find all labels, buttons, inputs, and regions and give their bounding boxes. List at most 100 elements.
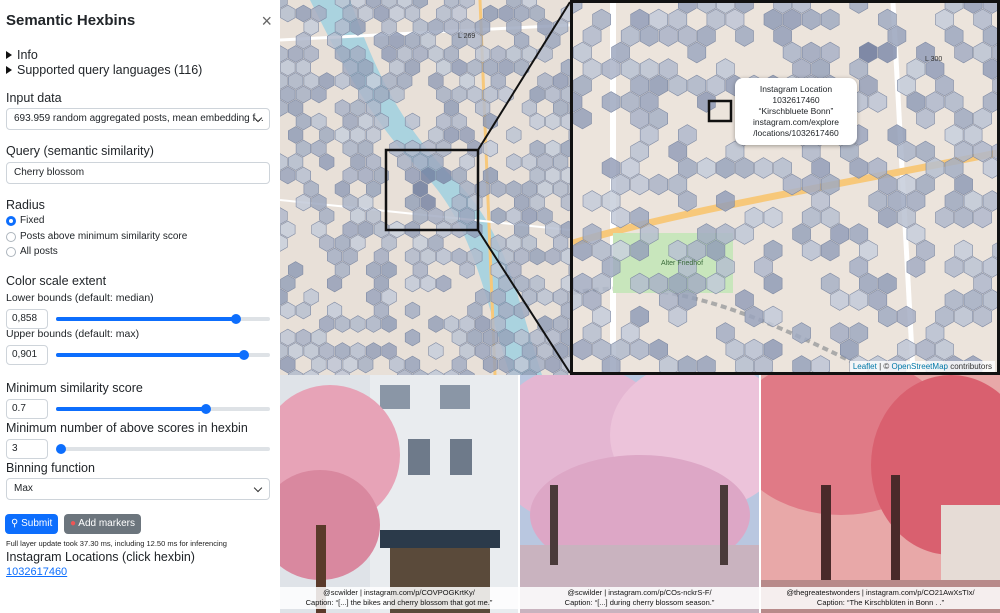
hexbin-cell[interactable] xyxy=(428,126,444,144)
hexbin-cell[interactable] xyxy=(906,223,926,245)
hexbin-cell[interactable] xyxy=(373,247,389,266)
hexbin-cell[interactable] xyxy=(916,140,935,163)
hexbin-cell[interactable] xyxy=(529,4,545,23)
hexbin-cell[interactable] xyxy=(295,85,311,104)
hexbin-cell[interactable] xyxy=(412,180,428,198)
hexbin-cell[interactable] xyxy=(420,31,436,50)
hexbin-cell[interactable] xyxy=(782,8,802,31)
hexbin-cell[interactable] xyxy=(973,8,992,31)
hexbin-cell[interactable] xyxy=(475,18,491,36)
hexbin-cell[interactable] xyxy=(334,234,350,252)
hexbin-cell[interactable] xyxy=(801,8,821,31)
hexbin-cell[interactable] xyxy=(553,288,569,306)
hexbin-cell[interactable] xyxy=(529,166,545,185)
hexbin-cell[interactable] xyxy=(412,261,428,279)
hexbin-cell[interactable] xyxy=(620,322,640,344)
hexbin-cell[interactable] xyxy=(280,4,296,23)
hexbin-cell[interactable] xyxy=(529,85,545,104)
hexbin-cell[interactable] xyxy=(451,247,467,266)
hexbin-cell[interactable] xyxy=(428,234,444,252)
hexbin-cell[interactable] xyxy=(295,31,311,50)
hexbin-cell[interactable] xyxy=(697,157,716,179)
hexbin-cell[interactable] xyxy=(490,180,506,198)
hexbin-cell[interactable] xyxy=(763,8,783,31)
hexbin-cell[interactable] xyxy=(319,342,335,360)
hexbin-cell[interactable] xyxy=(327,355,343,374)
hexbin-cell[interactable] xyxy=(963,256,983,278)
hexbin-cell[interactable] xyxy=(389,4,405,23)
hexbin-cell[interactable] xyxy=(358,355,374,374)
hexbin-cell[interactable] xyxy=(820,173,840,196)
hexbin-cell[interactable] xyxy=(820,239,840,262)
slider-thumb[interactable] xyxy=(200,404,211,414)
hexbin-cell[interactable] xyxy=(311,328,327,347)
hexbin-cell[interactable] xyxy=(944,91,964,113)
hexbin-cell[interactable] xyxy=(506,18,522,36)
hexbin-cell[interactable] xyxy=(954,41,973,64)
hexbin-cell[interactable] xyxy=(358,220,374,239)
hexbin-cell[interactable] xyxy=(404,328,421,347)
hexbin-cell[interactable] xyxy=(373,4,389,23)
hexbin-cell[interactable] xyxy=(859,239,878,262)
hexbin-cell[interactable] xyxy=(521,153,537,171)
hexbin-cell[interactable] xyxy=(859,41,878,64)
submit-button[interactable]: ⚲ Submit xyxy=(5,514,59,534)
hexbin-cell[interactable] xyxy=(482,58,498,77)
hexbin-cell[interactable] xyxy=(954,239,973,262)
hexbin-cell[interactable] xyxy=(404,247,421,266)
hexbin-cell[interactable] xyxy=(849,256,869,278)
radius-option-fixed[interactable]: Fixed xyxy=(6,214,44,228)
hexbin-cell[interactable] xyxy=(811,58,830,80)
hexbin-cell[interactable] xyxy=(537,153,553,171)
hexbin-cell[interactable] xyxy=(436,58,452,77)
hexbin-cell[interactable] xyxy=(763,272,783,295)
hexbin-cell[interactable] xyxy=(366,180,382,198)
hexbin-cell[interactable] xyxy=(954,173,973,196)
binning-select[interactable]: Max xyxy=(6,478,270,500)
hexbin-cell[interactable] xyxy=(678,190,697,212)
hexbin-cell[interactable] xyxy=(830,289,849,311)
hexbin-cell[interactable] xyxy=(630,8,649,31)
hexbin-cell[interactable] xyxy=(545,85,561,104)
hexbin-cell[interactable] xyxy=(620,25,640,47)
close-icon[interactable]: × xyxy=(261,10,272,32)
hexbin-cell[interactable] xyxy=(404,274,421,293)
hexbin-cell[interactable] xyxy=(334,180,350,198)
hexbin-cell[interactable] xyxy=(397,45,413,63)
hexbin-cell[interactable] xyxy=(906,190,926,212)
hexbin-cell[interactable] xyxy=(514,31,530,50)
hexbin-cell[interactable] xyxy=(553,153,569,171)
input-data-select[interactable]: 693.959 random aggregated posts, mean em… xyxy=(6,108,270,130)
hexbin-cell[interactable] xyxy=(973,41,992,64)
lower-bounds-input[interactable]: 0,858 xyxy=(6,309,48,329)
hexbin-cell[interactable] xyxy=(358,4,374,23)
hexbin-cell[interactable] xyxy=(630,74,649,97)
upper-bounds-input[interactable]: 0,901 xyxy=(6,345,48,365)
hexbin-cell[interactable] xyxy=(350,126,366,144)
hexbin-cell[interactable] xyxy=(280,166,296,185)
hexbin-cell[interactable] xyxy=(342,355,358,374)
radio-button[interactable] xyxy=(6,247,16,257)
hexbin-cell[interactable] xyxy=(592,338,611,361)
hexbin-cell[interactable] xyxy=(935,206,954,229)
hexbin-cell[interactable] xyxy=(630,140,649,163)
hexbin-cell[interactable] xyxy=(436,85,452,104)
hexbin-cell[interactable] xyxy=(935,305,954,328)
hexbin-cell[interactable] xyxy=(295,4,311,23)
hexbin-cell[interactable] xyxy=(303,342,319,360)
hexbin-cell[interactable] xyxy=(639,91,659,113)
hexbin-cell[interactable] xyxy=(868,91,888,113)
hexbin-cell[interactable] xyxy=(916,173,935,196)
hexbin-cell[interactable] xyxy=(582,190,602,212)
hexbin-cell[interactable] xyxy=(529,112,545,131)
hexbin-cell[interactable] xyxy=(443,126,459,144)
hexbin-cell[interactable] xyxy=(744,305,764,328)
hexbin-cell[interactable] xyxy=(288,99,304,117)
hexbin-cell[interactable] xyxy=(792,58,811,80)
hexbin-cell[interactable] xyxy=(537,207,553,225)
hexbin-cell[interactable] xyxy=(601,58,621,80)
hexbin-cell[interactable] xyxy=(498,85,514,104)
hexbin-cell[interactable] xyxy=(849,223,869,245)
hexbin-cell[interactable] xyxy=(668,173,688,196)
hexbin-cell[interactable] xyxy=(334,315,350,333)
